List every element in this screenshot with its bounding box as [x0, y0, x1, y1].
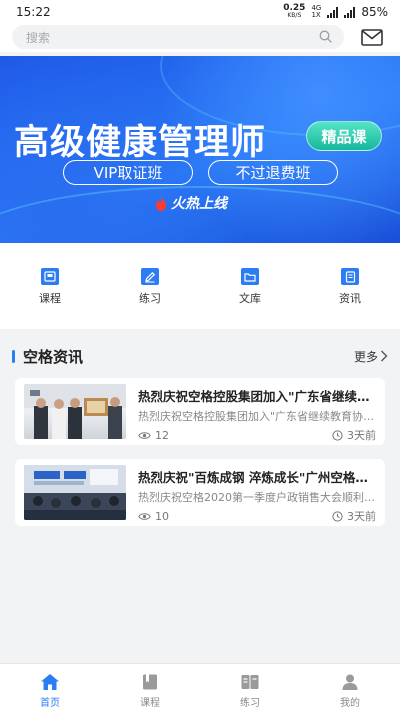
message-button[interactable] — [360, 26, 384, 48]
publish-time-value: 3天前 — [347, 429, 376, 442]
quick-nav-practice[interactable]: 练习 — [100, 243, 200, 329]
clock-icon — [332, 510, 343, 522]
news-card[interactable]: 热烈庆祝"百炼成钢 淬炼成长"广州空格年度销售大会 热烈庆祝空格2020第一季度… — [15, 459, 385, 526]
mail-icon — [361, 28, 383, 46]
status-time: 15:22 — [16, 5, 51, 19]
news-card[interactable]: 热烈庆祝空格控股集团加入"广东省继续教育协会" 热烈庆祝空格控股集团加入"广东省… — [15, 378, 385, 445]
view-count: 10 — [138, 508, 169, 524]
quick-nav-news[interactable]: 资讯 — [300, 243, 400, 329]
tab-label: 我的 — [340, 698, 360, 709]
pencil-icon — [141, 268, 159, 285]
status-indicators: 0.25 KB/S 4G 1X 85% — [283, 4, 388, 20]
banner-title: 高级健康管理师 — [14, 123, 267, 163]
promo-banner[interactable]: 高级健康管理师 精品课 VIP取证班 不过退费班 火热上线 — [0, 56, 400, 243]
search-area: 搜索 — [0, 24, 400, 52]
news-summary: 热烈庆祝空格2020第一季度户政销售大会顺利召开 — [138, 491, 376, 504]
news-headline: 热烈庆祝"百炼成钢 淬炼成长"广州空格年度销售大会 — [138, 470, 376, 485]
tab-label: 首页 — [40, 698, 60, 709]
folder-icon — [241, 268, 259, 285]
view-count-value: 10 — [155, 509, 169, 523]
publish-time: 3天前 — [332, 427, 376, 443]
practice-icon — [241, 675, 259, 689]
search-placeholder: 搜索 — [26, 30, 51, 45]
banner-tag: 精品课 — [306, 121, 382, 151]
news-summary: 热烈庆祝空格控股集团加入"广东省继续教育协会" — [138, 410, 376, 423]
news-thumbnail — [24, 384, 126, 439]
title-accent-bar — [12, 349, 15, 363]
tab-home[interactable]: 首页 — [0, 664, 100, 711]
quick-nav-label: 文库 — [239, 292, 261, 305]
tab-label: 练习 — [240, 698, 260, 709]
quick-nav-label: 资讯 — [339, 292, 361, 305]
signal-icon-2 — [344, 6, 356, 18]
document-icon — [341, 268, 359, 285]
clock-icon — [332, 429, 343, 441]
more-label: 更多 — [353, 349, 378, 364]
course-icon — [41, 268, 59, 285]
tab-practice[interactable]: 练习 — [200, 664, 300, 711]
eye-icon — [138, 512, 151, 520]
quick-nav-label: 课程 — [39, 292, 61, 305]
signal-icon — [327, 6, 339, 18]
chevron-right-icon — [381, 350, 388, 362]
network-speed: 0.25 KB/S — [283, 3, 306, 20]
quick-nav: 课程 练习 文库 资讯 — [0, 243, 400, 329]
tab-profile[interactable]: 我的 — [300, 664, 400, 711]
news-thumbnail — [24, 465, 126, 520]
eye-icon — [138, 431, 151, 439]
quick-nav-label: 练习 — [139, 292, 161, 305]
view-count-value: 12 — [155, 428, 169, 442]
network-type: 4G 1X — [311, 4, 322, 19]
banner-hot-label: 火热上线 — [155, 193, 227, 213]
book-icon — [143, 674, 157, 690]
flame-icon — [156, 195, 166, 211]
news-headline: 热烈庆祝空格控股集团加入"广东省继续教育协会" — [138, 389, 376, 404]
battery-level: 85% — [361, 5, 388, 19]
news-meta: 10 3天前 — [138, 508, 376, 524]
news-section: 空格资讯 更多 热烈庆祝空格控股集团加入"广东省继续教育协 — [0, 338, 400, 663]
news-header: 空格资讯 更多 — [12, 346, 388, 366]
publish-time: 3天前 — [332, 508, 376, 524]
view-count: 12 — [138, 427, 169, 443]
user-icon — [342, 674, 358, 690]
news-meta: 12 3天前 — [138, 427, 376, 443]
news-title-wrap: 空格资讯 — [12, 346, 83, 367]
home-icon — [41, 674, 59, 690]
search-input[interactable]: 搜索 — [12, 25, 344, 49]
more-link[interactable]: 更多 — [354, 348, 388, 365]
banner-pill-vip: VIP取证班 — [63, 160, 193, 185]
news-section-title: 空格资讯 — [23, 347, 84, 366]
quick-nav-course[interactable]: 课程 — [0, 243, 100, 329]
tab-course[interactable]: 课程 — [100, 664, 200, 711]
status-bar: 15:22 0.25 KB/S 4G 1X 85% — [0, 0, 400, 24]
tab-label: 课程 — [140, 698, 160, 709]
bottom-tab-bar: 首页 课程 练习 我的 — [0, 663, 400, 711]
banner-hot-text: 火热上线 — [171, 196, 227, 212]
quick-nav-library[interactable]: 文库 — [200, 243, 300, 329]
banner-pill-refund: 不过退费班 — [208, 160, 338, 185]
search-icon[interactable] — [319, 28, 332, 47]
publish-time-value: 3天前 — [347, 510, 376, 523]
